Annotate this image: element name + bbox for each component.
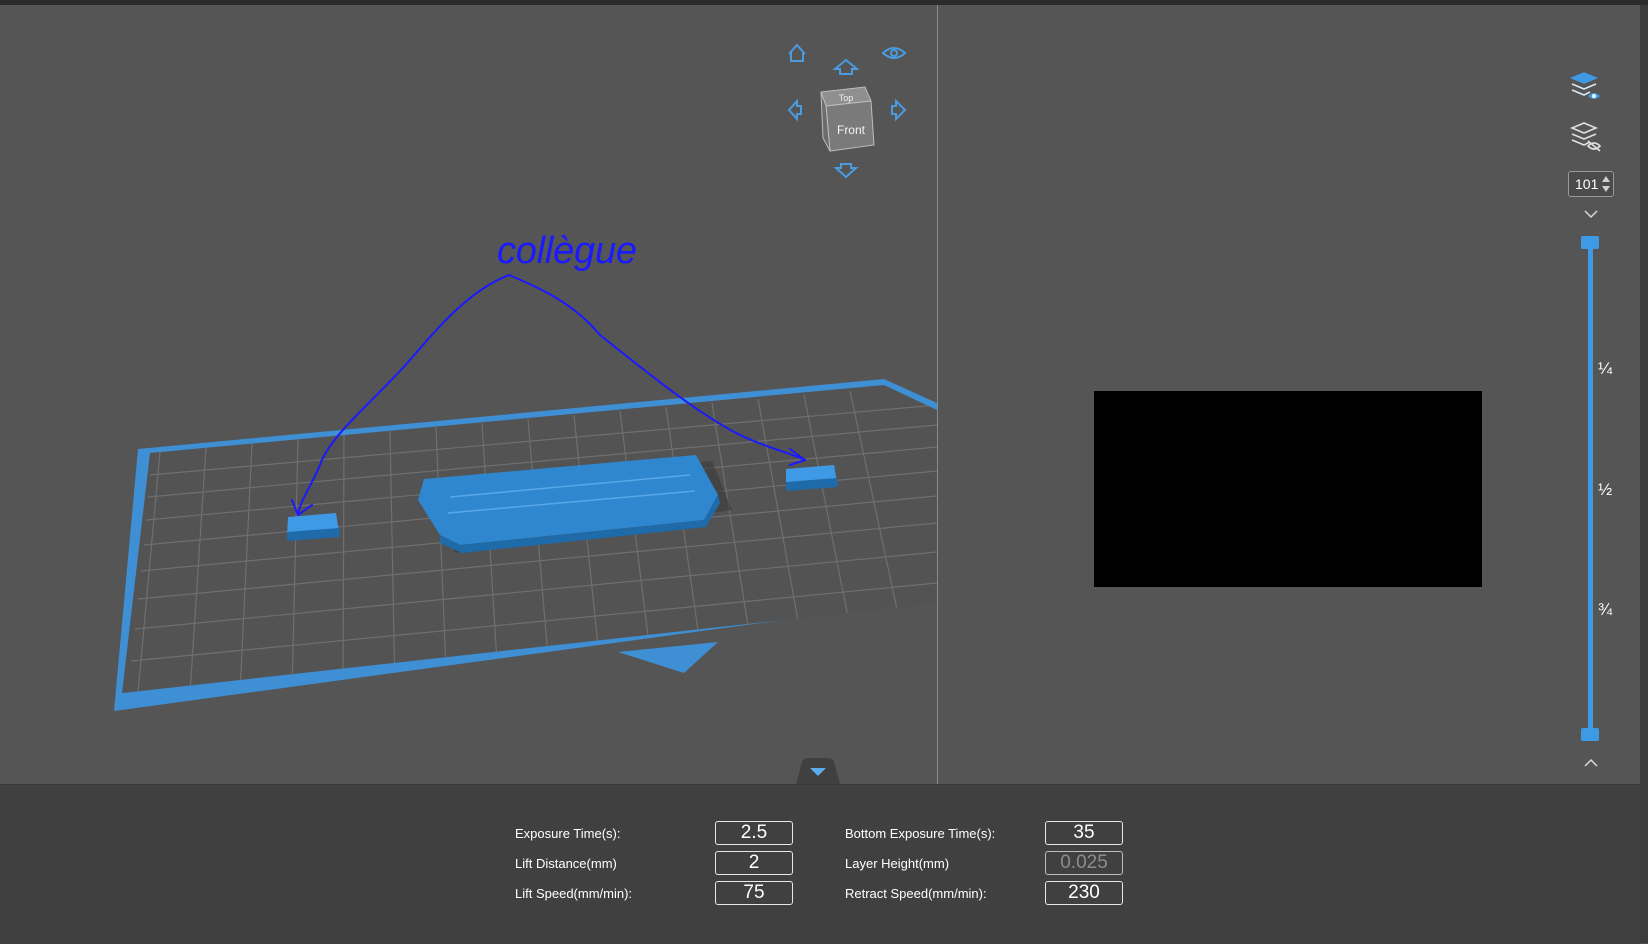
collapse-panel-button[interactable] (796, 758, 840, 784)
layer-slice-image (1094, 391, 1482, 587)
retract-speed-label: Retract Speed(mm/min): (845, 886, 987, 901)
exposure-time-label: Exposure Time(s): (515, 826, 621, 841)
arrow-left-icon[interactable] (787, 98, 802, 122)
bottom-exposure-time-label: Bottom Exposure Time(s): (845, 826, 996, 841)
lift-distance-input[interactable]: 2 (715, 851, 793, 875)
layer-slider-top-handle[interactable] (1581, 236, 1599, 249)
build-plate-scene[interactable]: collègue Top Front (0, 5, 937, 784)
lift-speed-label: Lift Speed(mm/min): (515, 886, 633, 901)
retract-speed-input[interactable]: 230 (1045, 881, 1123, 905)
slider-mark-half: ½ (1598, 480, 1613, 499)
chevron-up-icon[interactable] (1583, 758, 1599, 768)
build-plate-tab (618, 642, 718, 673)
eye-icon[interactable] (881, 47, 907, 59)
arrow-up-icon[interactable] (832, 58, 860, 75)
slider-mark-three-quarters: ¾ (1598, 600, 1613, 619)
lift-distance-label: Lift Distance(mm) (515, 856, 617, 871)
layer-number-value: 101 (1575, 176, 1599, 192)
window-right-border (1640, 5, 1648, 943)
3d-viewport[interactable]: collègue Top Front (0, 5, 937, 784)
slider-mark-quarter: ¼ (1598, 359, 1613, 378)
spin-down-icon[interactable] (1602, 186, 1610, 192)
bottom-exposure-time-input[interactable]: 35 (1045, 821, 1123, 845)
home-icon[interactable] (788, 43, 806, 62)
print-parameters-panel: Exposure Time(s): 2.5 Lift Distance(mm) … (0, 784, 1640, 944)
layer-height-input: 0.025 (1045, 851, 1123, 875)
hide-layers-icon[interactable] (1568, 120, 1604, 156)
exposure-time-input[interactable]: 2.5 (715, 821, 793, 845)
arrow-down-icon[interactable] (833, 163, 859, 179)
view-cube-top-label: Top (839, 93, 854, 103)
arrow-right-icon[interactable] (891, 98, 907, 122)
layer-number-spinbox[interactable]: 101 (1568, 171, 1614, 197)
lift-speed-input[interactable]: 75 (715, 881, 793, 905)
view-cube-front-label: Front (837, 123, 866, 137)
show-layers-icon[interactable] (1568, 70, 1604, 106)
layer-slider-track[interactable] (1588, 242, 1593, 734)
view-cube[interactable]: Top Front (820, 86, 875, 152)
chevron-down-icon[interactable] (1583, 209, 1599, 219)
spin-up-icon[interactable] (1602, 176, 1610, 182)
annotation-text: collègue (497, 230, 637, 272)
layer-height-label: Layer Height(mm) (845, 856, 950, 871)
layer-slider-bottom-handle[interactable] (1581, 728, 1599, 741)
